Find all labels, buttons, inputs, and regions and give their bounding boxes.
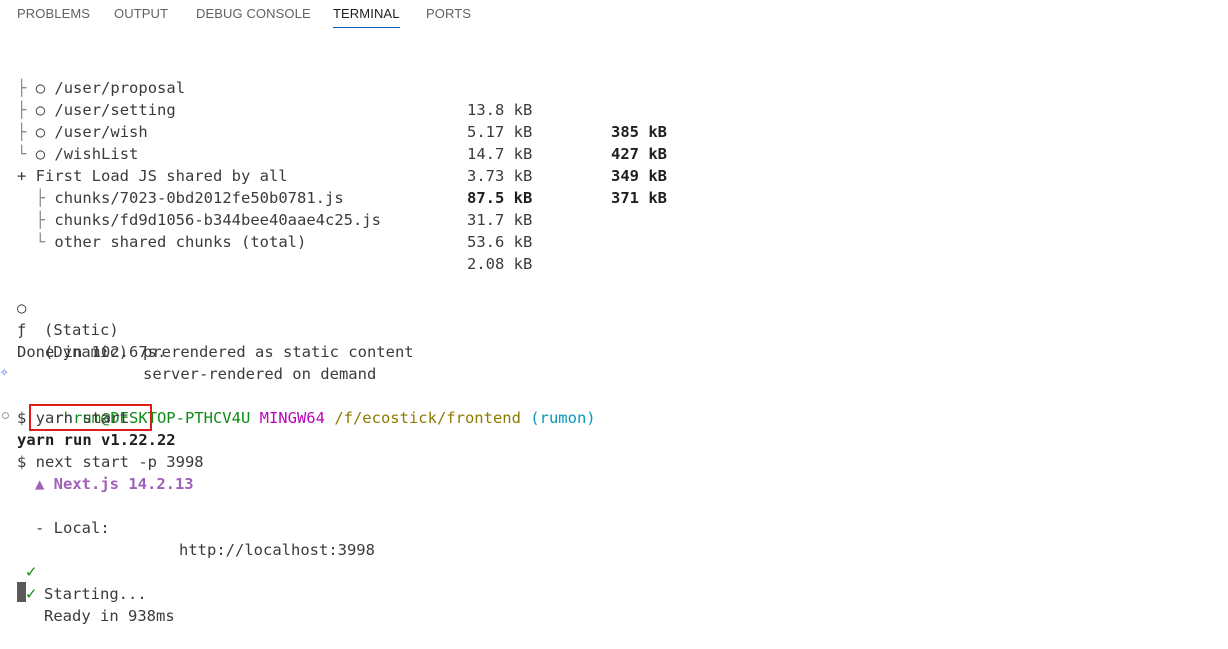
next-version: ▲ Next.js 14.2.13	[35, 475, 194, 493]
command-highlight-box	[29, 404, 152, 431]
chunk-row: └ other shared chunks (total) 2.08 kB	[35, 233, 533, 273]
starting-row: ✓ Starting...	[26, 562, 147, 603]
sparkle-icon[interactable]: ✧	[0, 364, 8, 380]
prompt-env: MINGW64	[259, 409, 325, 427]
local-url-row: - Local: http://localhost:3998	[35, 519, 375, 559]
yarn-version: yarn run v1.22.22	[17, 431, 176, 449]
tab-terminal[interactable]: TERMINAL	[333, 6, 400, 28]
route-row: ├ ○ /user/wish 14.7 kB 349 kB	[17, 123, 667, 185]
prompt-branch: (rumon)	[530, 409, 596, 427]
legend-static: ○ (Static) prerendered as static content	[17, 299, 414, 361]
shared-row: + First Load JS shared by all 87.5 kB	[17, 167, 533, 207]
route-row: ├ ○ /user/setting 5.17 kB 427 kB	[17, 101, 667, 163]
tab-debug-console[interactable]: DEBUG CONSOLE	[196, 6, 311, 21]
route-row: └ ○ /wishList 3.73 kB 371 kB	[17, 145, 667, 207]
ready-row: ✓ Ready in 938ms	[26, 584, 175, 625]
terminal-cursor[interactable]	[17, 582, 26, 602]
prompt-path: /f/ecostick/frontend	[334, 409, 521, 427]
legend-dynamic: ƒ (Dynamic) server-rendered on demand	[17, 321, 377, 383]
local-url-link[interactable]: http://localhost:3998	[179, 539, 375, 561]
next-command: $ next start -p 3998	[17, 453, 204, 471]
panel-tab-bar: PROBLEMS OUTPUT DEBUG CONSOLE TERMINAL P…	[0, 0, 1228, 30]
chunk-row: ├ chunks/7023-0bd2012fe50b0781.js 31.7 k…	[35, 189, 533, 229]
chunk-row: ├ chunks/fd9d1056-b344bee40aae4c25.js 53…	[35, 211, 533, 251]
tab-ports[interactable]: PORTS	[426, 6, 471, 21]
tab-output[interactable]: OUTPUT	[114, 6, 168, 21]
route-row: ├ ○ /user/proposal 13.8 kB 385 kB	[17, 79, 667, 141]
check-icon: ✓	[26, 584, 37, 604]
done-message: Done in 102.67s.	[17, 343, 167, 361]
command-decoration-icon[interactable]	[2, 412, 9, 419]
tab-problems[interactable]: PROBLEMS	[17, 6, 90, 21]
